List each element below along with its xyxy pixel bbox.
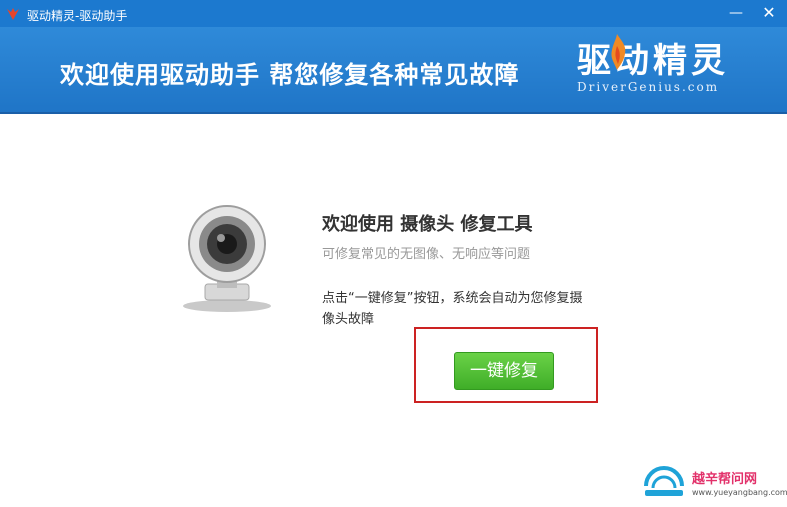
app-window: 驱动精灵-驱动助手 — ✕ 欢迎使用驱动助手 帮您修复各种常见故障 驱动精灵 D…: [0, 0, 787, 507]
tool-description: 点击“一键修复”按钮，系统会自动为您修复摄像头故障: [322, 291, 583, 327]
watermark: 越辛帮问网 www.yueyangbang.com: [640, 464, 787, 504]
window-title: 驱动精灵-驱动助手: [27, 9, 128, 23]
banner-slogan: 欢迎使用驱动助手 帮您修复各种常见故障: [60, 61, 520, 89]
main-content: 欢迎使用 摄像头 修复工具 可修复常见的无图像、无响应等问题 点击“一键修复”按…: [0, 114, 787, 507]
header-banner: 欢迎使用驱动助手 帮您修复各种常见故障 驱动精灵 DriverGenius.co…: [0, 27, 787, 114]
watermark-url: www.yueyangbang.com: [692, 488, 787, 497]
app-flame-icon: [7, 8, 19, 20]
tool-subheading: 可修复常见的无图像、无响应等问题: [322, 247, 531, 262]
title-bar[interactable]: 驱动精灵-驱动助手 — ✕: [0, 0, 787, 27]
brand-flame-icon: [611, 34, 626, 70]
tool-heading: 欢迎使用 摄像头 修复工具: [322, 214, 533, 235]
one-click-repair-button[interactable]: 一键修复: [454, 352, 554, 390]
close-icon[interactable]: ✕: [755, 2, 783, 24]
watermark-text: 越辛帮问网: [692, 472, 758, 487]
minimize-icon[interactable]: —: [722, 2, 750, 24]
webcam-icon: [183, 205, 271, 312]
brand-logo-text: 驱动精灵: [577, 41, 729, 81]
brand-url-text: DriverGenius.com: [577, 80, 720, 94]
watermark-logo-icon: [644, 466, 684, 496]
